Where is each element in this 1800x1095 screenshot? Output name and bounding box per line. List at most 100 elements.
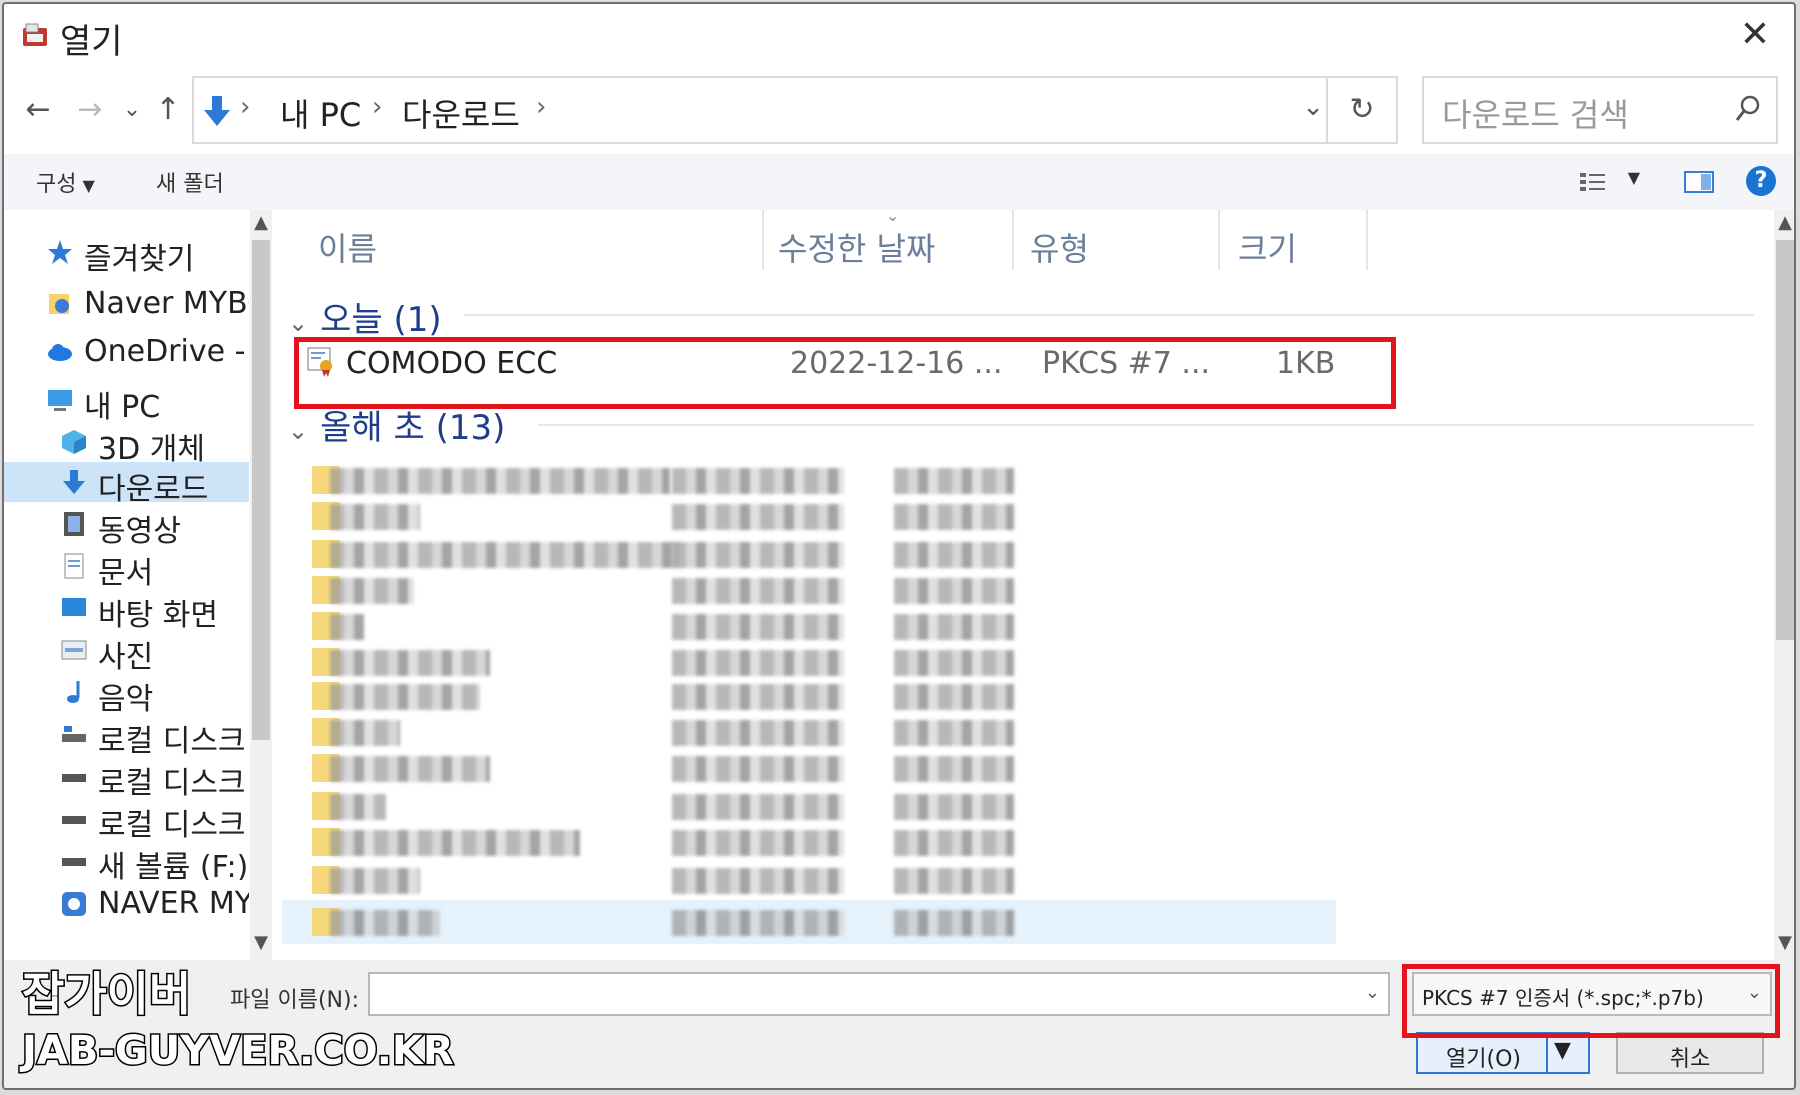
sidebar-item-favorites[interactable]: 즐겨찾기 [4,232,249,272]
blurred-name [330,794,386,820]
column-header-type[interactable]: 유형 [1030,224,1089,270]
list-item[interactable] [300,714,1060,750]
blurred-name [330,910,440,936]
sidebar-scrollbar[interactable]: ▲ ▼ [250,210,272,960]
list-item[interactable] [300,608,1060,644]
list-item[interactable] [300,862,1060,898]
sidebar-item-onedrive[interactable]: OneDrive - Personal [4,332,249,372]
breadcrumb-separator: › [536,92,547,122]
filename-input[interactable]: ⌄ [368,972,1390,1016]
organize-button[interactable]: 구성 ▼ [36,166,95,198]
file-list-scrollbar[interactable]: ▲ ▼ [1774,210,1794,960]
pc-icon [48,390,72,411]
sidebar-item-local-disk-c[interactable]: 로컬 디스크 (C:) [4,714,249,754]
sidebar-item-downloads[interactable]: 다운로드 [4,462,249,502]
list-item[interactable] [300,498,1060,534]
title-bar: 열기 ✕ [4,4,1794,66]
close-button[interactable]: ✕ [1734,14,1776,56]
sidebar-item-new-volume-f[interactable]: 새 볼륨 (F:) [4,840,249,880]
sidebar-item-desktop[interactable]: 바탕 화면 [4,588,249,628]
blurred-name [330,830,580,856]
sidebar-item-naver-mybox-drive[interactable]: NAVER MYBOX [4,884,249,924]
list-item[interactable] [300,462,1060,498]
view-caret-icon[interactable]: ▼ [1628,168,1640,187]
open-button[interactable]: 열기(O) ▼ [1416,1032,1590,1074]
blurred-name [330,868,420,894]
refresh-button[interactable]: ↻ [1326,76,1396,144]
cancel-button[interactable]: 취소 [1616,1032,1764,1074]
blurred-type [894,614,1014,640]
breadcrumb-separator: › [240,92,251,122]
sidebar-item-label: 로컬 디스크 (D:) [98,766,249,796]
column-divider[interactable] [1366,210,1368,270]
sidebar-item-label: 3D 개체 [98,432,205,462]
list-item[interactable] [300,644,1060,680]
scroll-up-icon[interactable]: ▲ [1774,212,1794,233]
sidebar-item-label: 문서 [98,556,154,586]
search-box[interactable]: 다운로드 검색 [1422,76,1778,144]
picture-icon [61,640,87,660]
column-header-name[interactable]: 이름 [318,224,377,270]
blurred-name [330,578,414,604]
column-divider[interactable] [762,210,764,270]
blurred-type [894,542,1014,568]
address-bar[interactable]: › 내 PC › 다운로드 › ⌄ ↻ [192,76,1398,144]
blurred-date [672,504,844,530]
watermark-url: JAB-GUYVER.CO.KR [21,1027,456,1076]
scroll-down-icon[interactable]: ▼ [250,932,272,953]
back-button[interactable]: ← [20,90,56,130]
blurred-date [672,684,844,710]
navigation-pane: 즐겨찾기 Naver MYBOX OneDrive - Personal 내 P… [4,210,274,960]
blurred-type [894,504,1014,530]
scroll-down-icon[interactable]: ▼ [1774,932,1794,953]
sidebar-item-videos[interactable]: 동영상 [4,504,249,544]
list-item[interactable] [300,678,1060,714]
column-header-date[interactable]: 수정한 날짜 [778,224,935,270]
preview-pane-icon[interactable] [1684,170,1714,194]
recent-locations-button[interactable]: ⌄ [114,90,150,130]
group-header-today[interactable]: ⌄ 오늘 (1) [288,292,442,341]
sidebar-item-3d-objects[interactable]: 3D 개체 [4,422,249,462]
sidebar-item-local-disk-e[interactable]: 로컬 디스크 (E:) [4,798,249,838]
sidebar-scroll-thumb[interactable] [252,240,270,740]
view-options-icon[interactable] [1578,170,1608,194]
naver-mybox-icon [62,892,86,916]
sidebar-item-documents[interactable]: 문서 [4,546,249,586]
list-item[interactable] [300,750,1060,786]
naver-mybox-icon [49,294,69,314]
sidebar-item-label: 사진 [98,640,154,670]
list-item[interactable] [300,536,1060,572]
scroll-up-icon[interactable]: ▲ [250,212,272,233]
breadcrumb-my-pc[interactable]: 내 PC [280,90,361,136]
column-header-size[interactable]: 크기 [1238,224,1297,270]
column-divider[interactable] [1012,210,1014,270]
list-item[interactable] [300,904,1060,940]
breadcrumb-downloads[interactable]: 다운로드 [402,90,520,136]
forward-button[interactable]: → [72,90,108,130]
list-item[interactable] [300,788,1060,824]
list-item[interactable] [300,572,1060,608]
sidebar-item-music[interactable]: 음악 [4,672,249,712]
highlight-annotation [294,337,1396,409]
sidebar-item-naver-mybox[interactable]: Naver MYBOX [4,284,249,324]
desktop-icon [62,598,86,616]
list-item[interactable] [300,824,1060,860]
help-icon[interactable]: ? [1746,166,1776,196]
sidebar-item-pictures[interactable]: 사진 [4,630,249,670]
column-divider[interactable] [1218,210,1220,270]
up-button[interactable]: ↑ [150,90,186,130]
file-list-scroll-thumb[interactable] [1776,240,1794,640]
chevron-down-icon[interactable]: ⌄ [1365,982,1380,1003]
sidebar-item-my-pc[interactable]: 내 PC [4,380,249,420]
blurred-date [672,830,844,856]
download-icon [63,470,85,494]
blurred-date [672,720,844,746]
sidebar-item-local-disk-d[interactable]: 로컬 디스크 (D:) [4,756,249,796]
blurred-date [672,756,844,782]
sidebar-item-label: 바탕 화면 [98,598,218,628]
split-divider [1546,1034,1548,1072]
open-file-dialog: 열기 ✕ ← → ⌄ ↑ › 내 PC › 다운로드 › ⌄ ↻ 다운로드 검색 [2,2,1796,1090]
address-dropdown-icon[interactable]: ⌄ [1302,92,1324,122]
caret-down-icon[interactable]: ▼ [1554,1038,1571,1063]
new-folder-button[interactable]: 새 폴더 [156,166,224,198]
